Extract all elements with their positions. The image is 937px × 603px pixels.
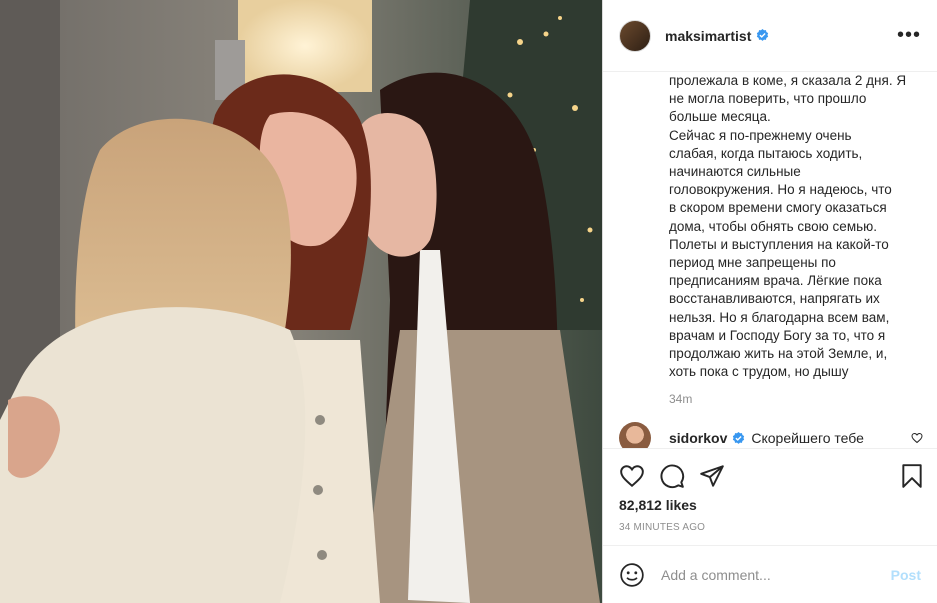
verified-badge-icon xyxy=(757,29,769,41)
post-timestamp[interactable]: 34 MINUTES AGO xyxy=(619,522,705,533)
comment-text: Скорейшего тебе xyxy=(751,430,864,446)
share-icon[interactable] xyxy=(699,463,725,489)
post-header: maksimartist ••• xyxy=(603,0,937,72)
post-caption: пролежала в коме, я сказала 2 дня. Я не … xyxy=(669,73,907,380)
more-options-icon[interactable]: ••• xyxy=(897,24,921,47)
post-actions xyxy=(603,448,937,489)
add-comment-bar: Post xyxy=(603,545,937,603)
comment-icon[interactable] xyxy=(659,463,685,489)
bookmark-icon[interactable] xyxy=(899,463,925,489)
author-avatar[interactable] xyxy=(619,19,651,52)
post-comment-button[interactable]: Post xyxy=(891,567,921,583)
comment-input[interactable] xyxy=(659,565,883,584)
comment-item: sidorkov Скорейшего тебе xyxy=(619,422,923,448)
post-panel: maksimartist ••• пролежала в коме, я ска… xyxy=(602,0,937,603)
author-username[interactable]: maksimartist xyxy=(665,28,751,44)
commenter-avatar[interactable] xyxy=(619,422,651,448)
photo-image xyxy=(0,0,602,603)
emoji-icon[interactable] xyxy=(619,562,645,588)
likes-count[interactable]: 82,812 likes xyxy=(619,497,697,513)
heart-icon[interactable] xyxy=(911,432,923,444)
heart-icon[interactable] xyxy=(619,463,645,489)
verified-badge-icon xyxy=(733,431,745,444)
commenter-username[interactable]: sidorkov xyxy=(669,430,727,446)
comments-section: пролежала в коме, я сказала 2 дня. Я не … xyxy=(603,72,937,448)
caption-timestamp[interactable]: 34m xyxy=(669,392,692,406)
post-photo[interactable] xyxy=(0,0,602,603)
